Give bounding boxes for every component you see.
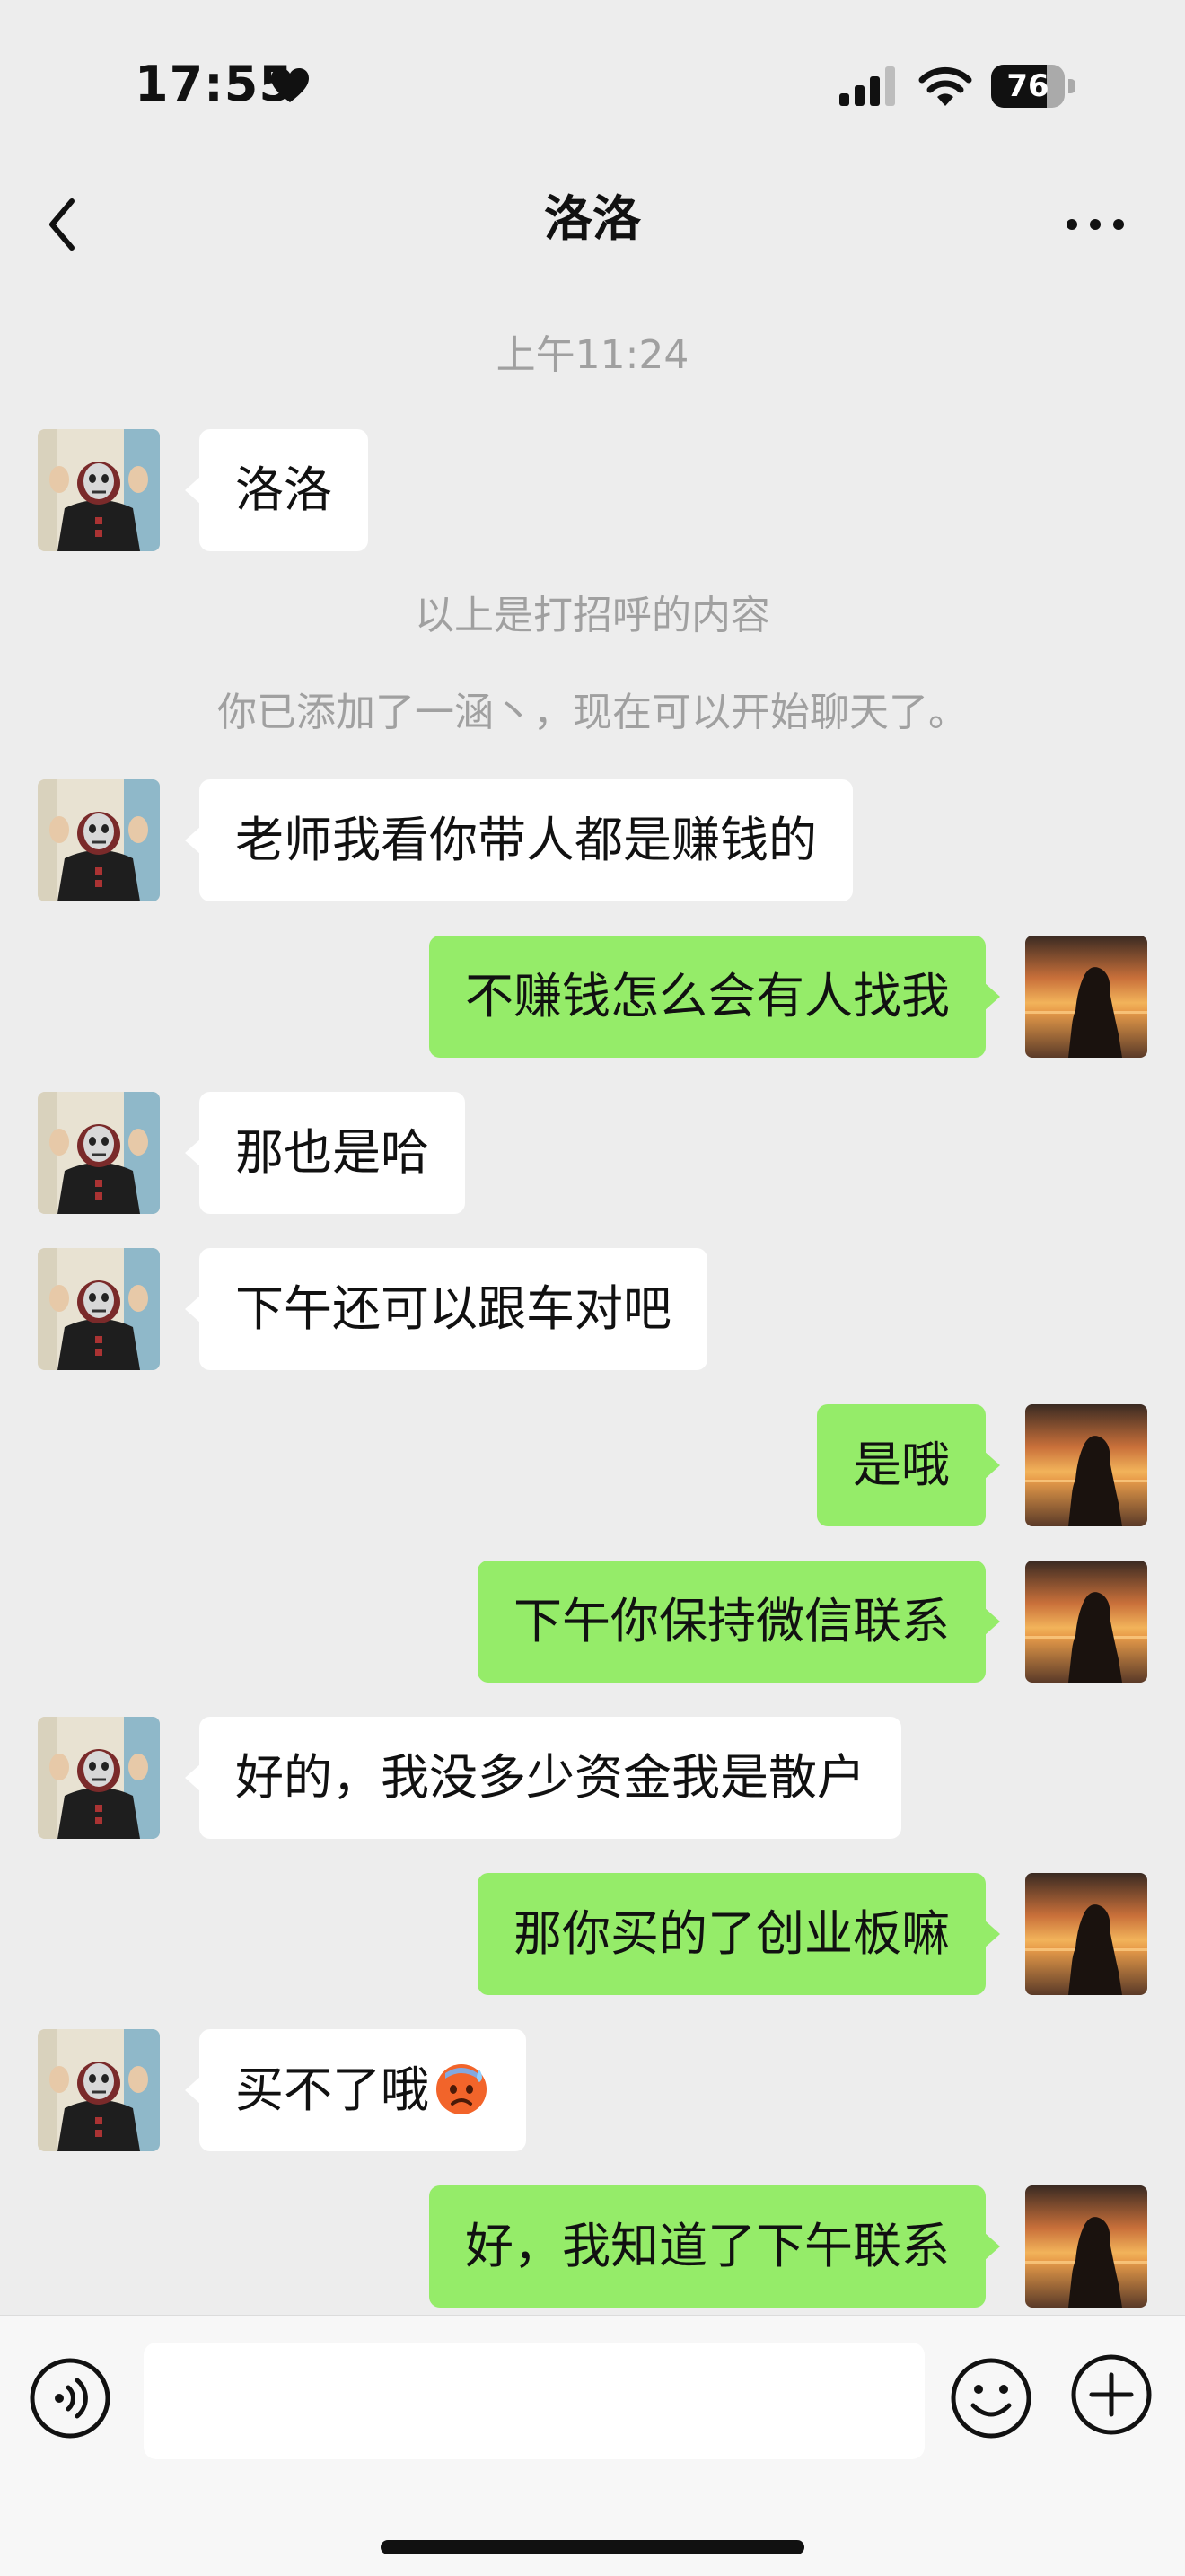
message-bubble[interactable]: 下午还可以跟车对吧 xyxy=(185,1248,707,1370)
message-bubble[interactable]: 好，我知道了下午联系 xyxy=(429,2185,1000,2308)
battery-level: 76 xyxy=(1006,68,1049,104)
message-text: 买不了哦 xyxy=(235,2062,429,2118)
message-row: 好，我知道了下午联系 xyxy=(0,2185,1185,2308)
message-row: 买不了哦 xyxy=(0,2029,1185,2151)
wifi-icon xyxy=(918,66,972,106)
plus-button[interactable] xyxy=(1068,2352,1154,2438)
more-dots-icon xyxy=(1066,219,1124,230)
contact-avatar[interactable] xyxy=(38,2029,160,2151)
battery-indicator: 76 xyxy=(991,65,1075,108)
message-row: 洛洛 xyxy=(0,429,1185,551)
system-note: 以上是打招呼的内容 xyxy=(415,593,770,638)
status-bar: 17:55 76 xyxy=(0,0,1185,171)
chat-timestamp: 上午11:24 xyxy=(496,332,689,378)
message-bubble[interactable]: 老师我看你带人都是赚钱的 xyxy=(185,779,853,901)
input-bar xyxy=(0,2315,1185,2576)
contact-avatar[interactable] xyxy=(38,429,160,551)
message-bubble[interactable]: 好的，我没多少资金我是散户 xyxy=(185,1717,901,1839)
emoji-button[interactable] xyxy=(948,2355,1034,2441)
voice-button[interactable] xyxy=(27,2355,113,2441)
smiley-icon xyxy=(951,2358,1031,2439)
contact-avatar[interactable] xyxy=(38,779,160,901)
more-button[interactable] xyxy=(1059,198,1131,251)
self-avatar[interactable] xyxy=(1025,936,1147,1058)
message-bubble[interactable]: 洛洛 xyxy=(185,429,368,551)
contact-avatar[interactable] xyxy=(38,1717,160,1839)
contact-avatar[interactable] xyxy=(38,1248,160,1370)
signal-icon xyxy=(839,66,895,106)
message-row: 那你买的了创业板嘛 xyxy=(0,1873,1185,1995)
message-bubble[interactable]: 不赚钱怎么会有人找我 xyxy=(429,936,1000,1058)
voice-icon xyxy=(30,2358,110,2439)
message-bubble[interactable]: 下午你保持微信联系 xyxy=(478,1561,1000,1683)
message-input[interactable] xyxy=(144,2343,925,2459)
message-row: 是哦 xyxy=(0,1404,1185,1526)
home-indicator xyxy=(381,2540,804,2554)
self-avatar[interactable] xyxy=(1025,2185,1147,2308)
heart-icon xyxy=(271,68,309,102)
anxious-sweat-emoji-icon xyxy=(436,2064,487,2115)
message-row: 下午你保持微信联系 xyxy=(0,1561,1185,1683)
self-avatar[interactable] xyxy=(1025,1561,1147,1683)
message-bubble[interactable]: 买不了哦 xyxy=(185,2029,526,2151)
contact-avatar[interactable] xyxy=(38,1092,160,1214)
message-row: 不赚钱怎么会有人找我 xyxy=(0,936,1185,1058)
chat-header: 洛洛 xyxy=(0,171,1185,278)
system-note: 你已添加了一涵丶，现在可以开始聊天了。 xyxy=(217,690,968,735)
message-bubble[interactable]: 那你买的了创业板嘛 xyxy=(478,1873,1000,1995)
message-bubble[interactable]: 那也是哈 xyxy=(185,1092,465,1214)
message-bubble[interactable]: 是哦 xyxy=(817,1404,1000,1526)
plus-circle-icon xyxy=(1071,2354,1152,2435)
message-row: 好的，我没多少资金我是散户 xyxy=(0,1717,1185,1839)
chat-title: 洛洛 xyxy=(544,190,641,247)
message-row: 下午还可以跟车对吧 xyxy=(0,1248,1185,1370)
message-row: 那也是哈 xyxy=(0,1092,1185,1214)
self-avatar[interactable] xyxy=(1025,1404,1147,1526)
self-avatar[interactable] xyxy=(1025,1873,1147,1995)
message-row: 老师我看你带人都是赚钱的 xyxy=(0,779,1185,901)
